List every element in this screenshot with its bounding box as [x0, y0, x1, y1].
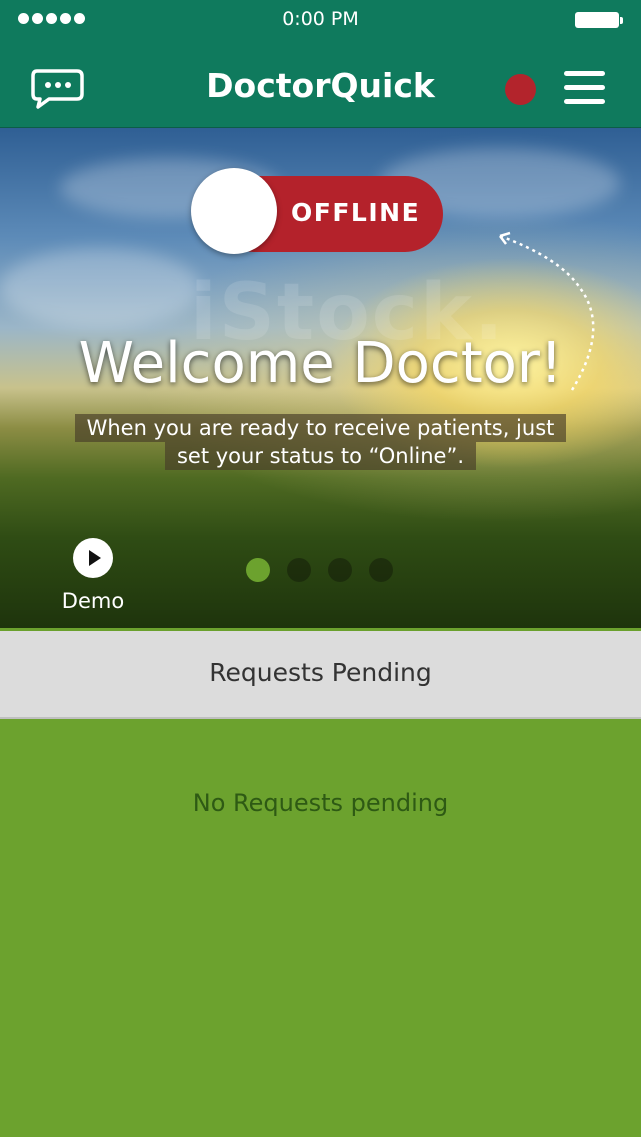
availability-toggle[interactable]: OFFLINE	[191, 168, 443, 254]
app-screen: 0:00 PM DoctorQuick iStock. OFFLINE Welc…	[0, 0, 641, 1137]
menu-icon	[564, 71, 605, 104]
toggle-label: OFFLINE	[291, 198, 421, 227]
carousel-pager	[246, 558, 393, 582]
requests-header: Requests Pending	[0, 631, 641, 719]
welcome-heading: Welcome Doctor!	[78, 331, 563, 396]
requests-title: Requests Pending	[209, 658, 432, 687]
pager-dot[interactable]	[328, 558, 352, 582]
status-indicator	[505, 74, 536, 105]
toggle-knob	[191, 168, 277, 254]
requests-list: No Requests pending	[0, 719, 641, 1137]
subtitle-line-1: When you are ready to receive patients, …	[74, 414, 567, 442]
subtitle-line-2: set your status to “Online”.	[164, 442, 477, 470]
empty-requests-message: No Requests pending	[192, 789, 449, 817]
status-bar: 0:00 PM	[0, 0, 641, 40]
pager-dot[interactable]	[287, 558, 311, 582]
nav-bar: DoctorQuick	[0, 50, 641, 124]
pager-dot[interactable]	[369, 558, 393, 582]
demo-button[interactable]: Demo	[55, 536, 131, 616]
status-time: 0:00 PM	[282, 8, 359, 30]
hero-banner[interactable]: iStock. OFFLINE Welcome Doctor! When you…	[0, 128, 641, 628]
play-icon	[73, 538, 113, 578]
top-bar: 0:00 PM DoctorQuick	[0, 0, 641, 129]
battery-icon	[575, 12, 623, 28]
cloud	[0, 248, 200, 328]
menu-button[interactable]	[564, 71, 605, 107]
pager-dot[interactable]	[246, 558, 270, 582]
app-title: DoctorQuick	[206, 66, 435, 105]
demo-label: Demo	[61, 589, 125, 613]
welcome-subtitle: When you are ready to receive patients, …	[0, 414, 641, 470]
